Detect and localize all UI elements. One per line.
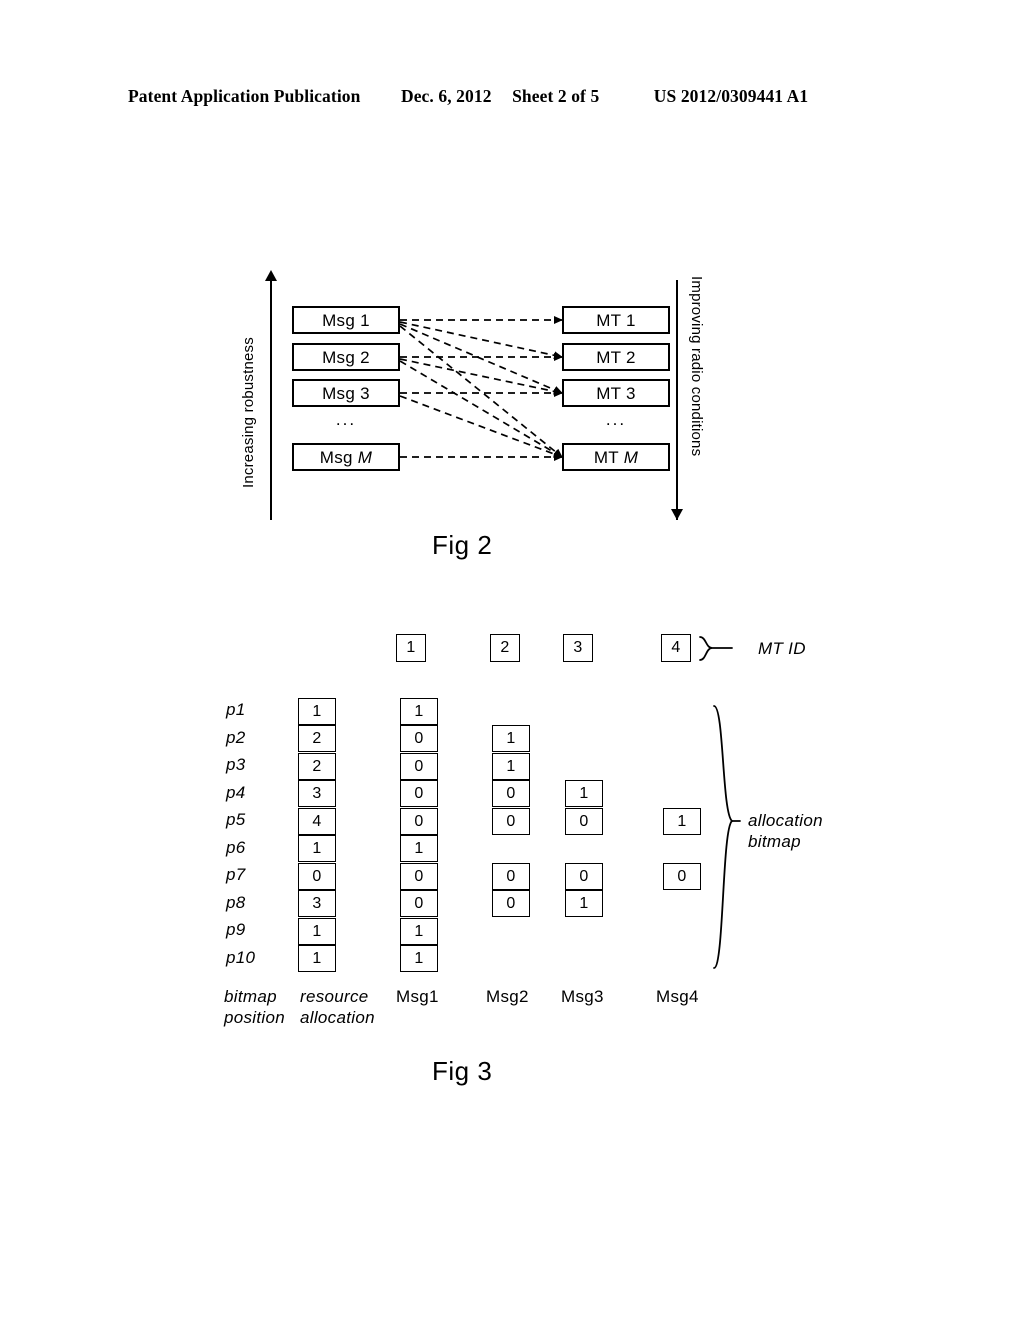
row-label: p6 xyxy=(226,838,246,857)
bitmap-cell: 0 xyxy=(400,808,438,835)
msg-column-ellipsis: ... xyxy=(335,410,357,429)
column-label-msg: Msg3 xyxy=(561,987,604,1006)
column-label-msg: Msg4 xyxy=(656,987,699,1006)
row-label: p4 xyxy=(226,783,246,802)
bitmap-cell: 0 xyxy=(400,725,438,752)
resource-allocation-line2: allocation xyxy=(300,1008,375,1028)
column-label-bitmap-position: bitmap position xyxy=(224,986,285,1029)
header-publication: Patent Application Publication xyxy=(128,86,361,106)
row-label: p1 xyxy=(226,700,246,719)
resource-allocation-cell: 3 xyxy=(298,780,336,807)
resource-allocation-cell: 3 xyxy=(298,890,336,917)
bitmap-cell: 0 xyxy=(565,808,603,835)
row-label: p8 xyxy=(226,893,246,912)
resource-allocation-cell: 2 xyxy=(298,725,336,752)
bitmap-position-line2: position xyxy=(224,1008,285,1028)
mt-id-box: 4 xyxy=(661,634,691,662)
mt-id-box: 1 xyxy=(396,634,426,662)
bitmap-cell: 1 xyxy=(663,808,701,835)
bitmap-cell: 0 xyxy=(400,890,438,917)
bitmap-cell: 1 xyxy=(400,698,438,725)
msg-box: Msg 3 xyxy=(292,379,400,407)
row-label: p5 xyxy=(226,810,246,829)
bitmap-cell: 1 xyxy=(565,780,603,807)
mt-column-ellipsis: ... xyxy=(605,410,627,429)
bitmap-cell: 0 xyxy=(492,863,530,890)
bitmap-cell: 0 xyxy=(400,863,438,890)
resource-allocation-cell: 1 xyxy=(298,918,336,945)
resource-allocation-cell: 1 xyxy=(298,835,336,862)
bitmap-cell: 1 xyxy=(400,835,438,862)
column-label-msg: Msg2 xyxy=(486,987,529,1006)
row-label: p9 xyxy=(226,920,246,939)
figure-2-caption: Fig 2 xyxy=(432,530,493,560)
msg-box: Msg M xyxy=(292,443,400,471)
bitmap-cell: 0 xyxy=(492,808,530,835)
row-label: p2 xyxy=(226,728,246,747)
bitmap-cell: 0 xyxy=(400,780,438,807)
bitmap-cell: 0 xyxy=(565,863,603,890)
bitmap-cell: 1 xyxy=(492,725,530,752)
resource-allocation-cell: 4 xyxy=(298,808,336,835)
bitmap-cell: 0 xyxy=(492,890,530,917)
resource-allocation-cell: 0 xyxy=(298,863,336,890)
figure-2: Increasing robustness Improving radio co… xyxy=(224,262,724,522)
msg-box: Msg 2 xyxy=(292,343,400,371)
resource-allocation-cell: 1 xyxy=(298,698,336,725)
allocation-bitmap-label: allocation bitmap xyxy=(748,810,823,853)
resource-allocation-line1: resource xyxy=(300,987,369,1006)
bitmap-cell: 0 xyxy=(492,780,530,807)
header-sheet: Sheet 2 of 5 xyxy=(512,86,600,106)
allocation-bitmap-label-line1: allocation xyxy=(748,811,823,830)
bitmap-cell: 1 xyxy=(400,918,438,945)
bitmap-cell: 1 xyxy=(400,945,438,972)
mt-box: MT 2 xyxy=(562,343,670,371)
bitmap-cell: 1 xyxy=(492,753,530,780)
mt-box: MT M xyxy=(562,443,670,471)
figure-3: 1 2 3 4 MT ID allocation bitmap p1 p2 p3… xyxy=(224,628,864,1048)
bitmap-cell: 1 xyxy=(565,890,603,917)
mt-box: MT 1 xyxy=(562,306,670,334)
bitmap-position-line1: bitmap xyxy=(224,987,277,1006)
header-date: Dec. 6, 2012 xyxy=(400,86,492,106)
figure-3-caption: Fig 3 xyxy=(432,1056,493,1086)
header-document-number: US 2012/0309441 A1 xyxy=(653,86,809,106)
column-label-msg: Msg1 xyxy=(396,987,439,1006)
row-label: p10 xyxy=(226,948,256,967)
mt-box: MT 3 xyxy=(562,379,670,407)
bitmap-cell: 0 xyxy=(400,753,438,780)
page-header: Patent Application Publication Dec. 6, 2… xyxy=(128,86,896,112)
mt-id-box: 2 xyxy=(490,634,520,662)
mt-id-box: 3 xyxy=(563,634,593,662)
row-label: p7 xyxy=(226,865,246,884)
allocation-bitmap-label-line2: bitmap xyxy=(748,832,801,852)
column-label-resource-allocation: resource allocation xyxy=(300,986,375,1029)
resource-allocation-cell: 2 xyxy=(298,753,336,780)
mt-id-label: MT ID xyxy=(758,639,806,658)
bitmap-cell: 0 xyxy=(663,863,701,890)
msg-box: Msg 1 xyxy=(292,306,400,334)
row-label: p3 xyxy=(226,755,246,774)
resource-allocation-cell: 1 xyxy=(298,945,336,972)
